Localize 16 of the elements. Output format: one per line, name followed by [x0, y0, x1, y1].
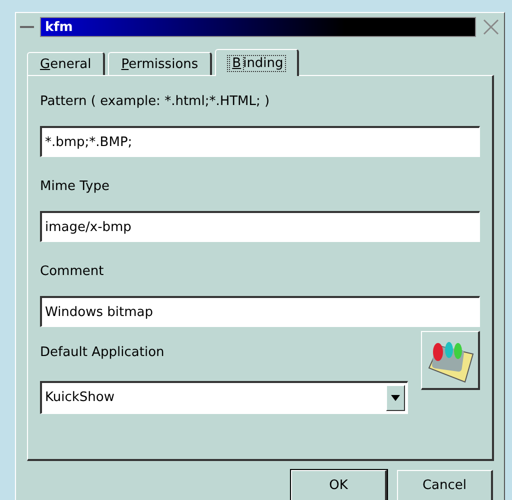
input-field[interactable]: *.bmp;*.BMP;: [40, 126, 480, 157]
field-label: Mime Type: [40, 178, 110, 196]
close-icon[interactable]: [482, 18, 500, 36]
dialog-button[interactable]: Cancel: [397, 470, 493, 500]
tab[interactable]: General: [27, 52, 106, 75]
caret-icon: [391, 395, 400, 401]
application-dropdown[interactable]: KuickShow: [40, 381, 408, 414]
tab[interactable]: Permissions: [108, 52, 212, 75]
input-field[interactable]: Windows bitmap: [40, 296, 480, 327]
application-icon-button[interactable]: [421, 331, 480, 390]
window-title: kfm: [40, 17, 476, 37]
input-field[interactable]: image/x-bmp: [40, 211, 480, 242]
dialog-button[interactable]: OK: [291, 470, 387, 500]
field-label: Comment: [40, 263, 105, 281]
field-label: Default Application: [40, 344, 166, 362]
field-label: Pattern ( example: *.html;*.HTML; ): [40, 93, 271, 111]
